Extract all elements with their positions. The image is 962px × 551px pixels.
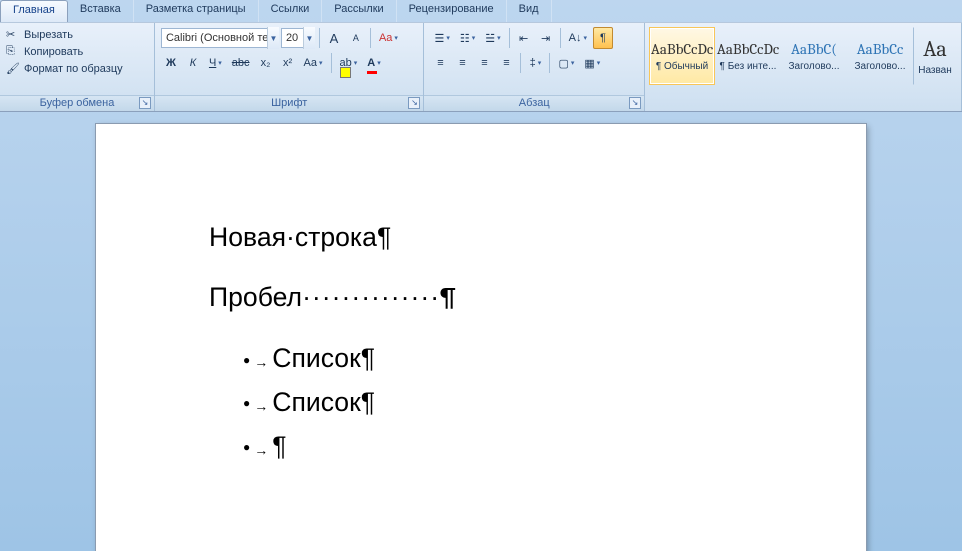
justify-icon: ≡ bbox=[503, 57, 509, 69]
list-item[interactable]: Список¶ bbox=[243, 387, 866, 419]
indent-increase-button[interactable]: ⇥ bbox=[536, 27, 556, 49]
text-line[interactable]: Пробел··············¶ bbox=[209, 282, 866, 315]
italic-button[interactable]: К bbox=[183, 52, 203, 74]
style-title[interactable]: AaНазван bbox=[913, 27, 957, 85]
tab-layout[interactable]: Разметка страницы bbox=[134, 0, 259, 22]
sort-button[interactable]: A↓ bbox=[565, 27, 591, 49]
style-heading2[interactable]: AaBbCcЗаголово... bbox=[847, 27, 913, 85]
group-paragraph: ☰ ☷ ☱ ⇤ ⇥ A↓ ¶ ≡ ≡ ≡ ≡ ‡ bbox=[424, 23, 645, 111]
multilevel-button[interactable]: ☱ bbox=[481, 27, 504, 49]
font-color-button[interactable]: A bbox=[363, 52, 384, 74]
group-label-clipboard: Буфер обмена↘ bbox=[0, 95, 154, 111]
align-right-icon: ≡ bbox=[481, 57, 487, 69]
list-item[interactable]: ¶ bbox=[243, 431, 866, 463]
bold-button[interactable]: Ж bbox=[161, 52, 181, 74]
indent-decrease-button[interactable]: ⇤ bbox=[514, 27, 534, 49]
document-content[interactable]: Новая·строка¶ Пробел··············¶ Спис… bbox=[209, 222, 866, 463]
document-area: Новая·строка¶ Пробел··············¶ Спис… bbox=[0, 112, 962, 551]
show-marks-button[interactable]: ¶ bbox=[593, 27, 613, 49]
pilcrow-icon: ¶ bbox=[600, 32, 606, 44]
font-name-combo[interactable]: Calibri (Основной те bbox=[161, 28, 279, 48]
align-center-button[interactable]: ≡ bbox=[452, 52, 472, 74]
bucket-icon: ▢ bbox=[558, 57, 568, 70]
strike-button[interactable]: abc bbox=[228, 52, 254, 74]
list-multi-icon: ☱ bbox=[485, 32, 495, 45]
change-case-button[interactable]: Aa bbox=[300, 52, 327, 74]
group-font: Calibri (Основной те▼ 20▼ A A Aa Ж К Ч a… bbox=[155, 23, 425, 111]
align-left-icon: ≡ bbox=[437, 57, 443, 69]
sort-icon: A↓ bbox=[569, 32, 582, 44]
list-number-icon: ☷ bbox=[460, 32, 470, 45]
tab-insert[interactable]: Вставка bbox=[68, 0, 134, 22]
tab-mailings[interactable]: Рассылки bbox=[322, 0, 396, 22]
tab-references[interactable]: Ссылки bbox=[259, 0, 323, 22]
ribbon: ✂Вырезать ⎘Копировать 🖌Формат по образцу… bbox=[0, 22, 962, 112]
underline-button[interactable]: Ч bbox=[205, 52, 226, 74]
highlight-button[interactable]: ab bbox=[336, 52, 362, 74]
shrink-font-button[interactable]: A bbox=[346, 27, 366, 49]
align-right-button[interactable]: ≡ bbox=[474, 52, 494, 74]
text-line[interactable]: Новая·строка¶ bbox=[209, 222, 866, 254]
shading-button[interactable]: ▢ bbox=[554, 52, 578, 74]
page[interactable]: Новая·строка¶ Пробел··············¶ Спис… bbox=[96, 124, 866, 551]
copy-icon: ⎘ bbox=[6, 45, 20, 59]
style-gallery: AaBbCcDc¶ Обычный AaBbCcDc¶ Без инте... … bbox=[649, 25, 957, 111]
ribbon-tabs: Главная Вставка Разметка страницы Ссылки… bbox=[0, 0, 962, 22]
list-bullet-icon: ☰ bbox=[434, 32, 444, 45]
group-clipboard: ✂Вырезать ⎘Копировать 🖌Формат по образцу… bbox=[0, 23, 155, 111]
bullets-button[interactable]: ☰ bbox=[430, 27, 453, 49]
numbering-button[interactable]: ☷ bbox=[456, 27, 479, 49]
indent-icon: ⇥ bbox=[541, 32, 550, 45]
clipboard-launcher[interactable]: ↘ bbox=[139, 97, 151, 109]
subscript-button[interactable]: x₂ bbox=[256, 52, 276, 74]
scissors-icon: ✂ bbox=[6, 28, 20, 42]
linespacing-button[interactable]: ‡ bbox=[525, 52, 545, 74]
copy-button[interactable]: ⎘Копировать bbox=[6, 45, 123, 59]
border-icon: ▦ bbox=[584, 57, 594, 70]
borders-button[interactable]: ▦ bbox=[580, 52, 604, 74]
font-launcher[interactable]: ↘ bbox=[408, 97, 420, 109]
superscript-button[interactable]: x² bbox=[278, 52, 298, 74]
style-heading1[interactable]: AaBbC(Заголово... bbox=[781, 27, 847, 85]
clear-format-button[interactable]: Aa bbox=[375, 27, 402, 49]
group-label-paragraph: Абзац↘ bbox=[424, 95, 644, 111]
brush-icon: 🖌 bbox=[6, 62, 20, 76]
grow-font-button[interactable]: A bbox=[324, 27, 344, 49]
align-left-button[interactable]: ≡ bbox=[430, 52, 450, 74]
group-label-font: Шрифт↘ bbox=[155, 95, 424, 111]
tab-home[interactable]: Главная bbox=[0, 0, 68, 22]
list-item[interactable]: Список¶ bbox=[243, 343, 866, 375]
tab-view[interactable]: Вид bbox=[507, 0, 552, 22]
tab-review[interactable]: Рецензирование bbox=[397, 0, 507, 22]
cut-button[interactable]: ✂Вырезать bbox=[6, 28, 123, 42]
chevron-down-icon[interactable]: ▼ bbox=[267, 27, 279, 49]
spacing-icon: ‡ bbox=[530, 57, 536, 69]
outdent-icon: ⇤ bbox=[519, 32, 528, 45]
style-nospace[interactable]: AaBbCcDc¶ Без инте... bbox=[715, 27, 781, 85]
justify-button[interactable]: ≡ bbox=[496, 52, 516, 74]
align-center-icon: ≡ bbox=[459, 57, 465, 69]
group-styles: AaBbCcDc¶ Обычный AaBbCcDc¶ Без инте... … bbox=[645, 23, 962, 111]
para-launcher[interactable]: ↘ bbox=[629, 97, 641, 109]
chevron-down-icon[interactable]: ▼ bbox=[303, 27, 315, 49]
format-painter-button[interactable]: 🖌Формат по образцу bbox=[6, 62, 123, 76]
style-normal[interactable]: AaBbCcDc¶ Обычный bbox=[649, 27, 715, 85]
